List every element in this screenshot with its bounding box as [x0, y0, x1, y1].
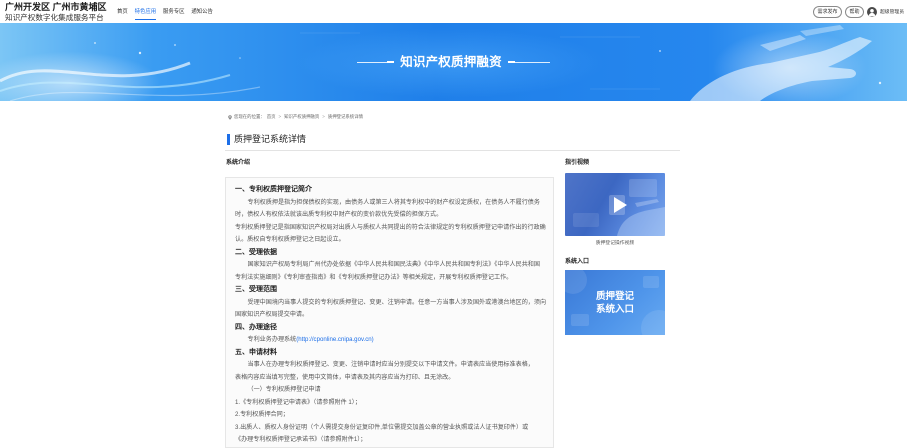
list-item: 《办理专利权质押登记承诺书》（请参照附件1）； [235, 436, 367, 444]
section-heading: 二、受理依据 [235, 248, 277, 256]
main-nav: 首页 特色应用 服务专区 通知公告 [117, 8, 213, 20]
nav-item-notices[interactable]: 通知公告 [191, 8, 213, 20]
paragraph-line: 时，债权人有权依法就该出质专利权中财产权的变价款优先受偿的担保方式。 [235, 211, 443, 219]
paragraph-line: 专利权质押登记是指国家知识产权局对出质人与质权人共同提出的符合法律规定的专利权质… [235, 223, 546, 231]
breadcrumb-prefix: 您现在的位置： [234, 114, 265, 119]
paragraph-line: 认。质权自专利权质押登记之日起设立。 [235, 236, 345, 244]
title-rule-right-accent [507, 60, 515, 64]
entry-heading: 系统入口 [565, 258, 590, 265]
paragraph-line: 专利法实施细则》《专利审查指南》和《专利权质押登记办法》等相关规定，开展专利权质… [235, 273, 513, 281]
paragraph-line: 受理中国境内当事人提交的专利权质押登记、变更、注销申请。任意一方当事人涉及国外或… [247, 298, 547, 306]
list-item: 1.《专利权质押登记申请表》（请参照附件 1）； [235, 398, 361, 406]
paragraph-line: 专利业务办理系统(http://cponline.cnipa.gov.cn) [235, 334, 544, 347]
top-header: 广州开发区 广州市黄埔区 知识产权数字化集成服务平台 首页 特色应用 服务专区 … [0, 0, 907, 23]
user-avatar-icon[interactable] [867, 7, 877, 17]
section-heading: 一、专利权质押登记简介 [235, 186, 312, 194]
logo-title[interactable]: 广州开发区 广州市黄埔区 [5, 2, 107, 12]
intro-content: 一、专利权质押登记简介 专利权质押是指为担保债权的实现，由债务人或第三人将其专利… [225, 177, 554, 448]
location-pin-icon [228, 114, 232, 120]
paragraph-line: 国家知识产权局专利局广州代办处依据《中华人民共和国民法典》《中华人民共和国专利法… [247, 261, 541, 269]
logo-subtitle[interactable]: 知识产权数字化集成服务平台 [5, 13, 104, 22]
cponline-link[interactable]: (http://cponline.cnipa.gov.cn) [296, 336, 373, 343]
list-item: 3.出质人、质权人身份证明（个人需提交身份证复印件,单位需提交加盖公章的营业执照… [235, 423, 529, 431]
nav-item-featured-apps[interactable]: 特色应用 [134, 8, 157, 20]
video-heading: 指引视频 [565, 160, 590, 166]
breadcrumb-home[interactable]: 首页 [267, 114, 276, 120]
paragraph-line: 当事人在办理专利权质押登记、变更、注销申请时应当分别提交以下申请文件。申请表应当… [247, 361, 534, 369]
banner-title-row: 知识产权质押融资 [0, 23, 907, 101]
nav-item-home[interactable]: 首页 [117, 8, 128, 20]
title-rule-left-accent [387, 60, 395, 64]
section-heading: 四、办理途径 [235, 323, 277, 331]
breadcrumb-pledge-financing[interactable]: 知识产权质押融资 [284, 114, 319, 120]
guide-video-thumbnail[interactable] [565, 173, 665, 236]
paragraph-line: 表格内容应当填写完整，使用中文简体，申请表及其内容应当为打印、且无涂改。 [235, 373, 455, 381]
page-title-accent-bar [227, 133, 230, 145]
title-divider [225, 150, 680, 151]
help-button[interactable]: 帮助 [844, 6, 864, 18]
entry-label: 质押登记 系统入口 [565, 270, 665, 335]
hero-banner: 知识产权质押融资 [0, 23, 907, 101]
breadcrumb: 您现在的位置： 首页 > 知识产权质押融资 > 质押登记系统详情 [228, 114, 363, 120]
paragraph-line: 专利权质押是指为担保债权的实现，由债务人或第三人将其专利权中的财产权设定质权，在… [247, 198, 541, 206]
subsection-title: （一）专利权质押登记申请 [247, 386, 321, 394]
section-heading: 三、受理范围 [235, 286, 277, 294]
paragraph-line: 国家知识产权局提交申请。 [235, 311, 309, 319]
nav-item-service-zone[interactable]: 服务专区 [163, 8, 185, 20]
publish-demand-button[interactable]: 需求发布 [812, 6, 842, 18]
section-heading: 五、申请材料 [235, 348, 277, 356]
breadcrumb-current: 质押登记系统详情 [327, 114, 363, 119]
page-title: 质押登记系统详情 [234, 134, 307, 144]
handling-system-text: 专利业务办理系统 [247, 336, 297, 344]
user-avatar-icon-glyph [868, 9, 876, 17]
list-item: 2.专利权质押合同； [235, 411, 289, 419]
user-name[interactable]: 超级管理员 [880, 9, 904, 16]
title-rule-right [514, 61, 550, 63]
breadcrumb-separator: > [322, 114, 325, 119]
entry-label-line2: 系统入口 [595, 303, 634, 315]
breadcrumb-separator: > [278, 114, 282, 119]
banner-title: 知识产权质押融资 [400, 55, 502, 69]
video-caption: 质押登记操作视频 [595, 241, 635, 246]
title-rule-left [357, 61, 388, 63]
header-actions: 需求发布 帮助 超级管理员 [812, 6, 904, 18]
video-thumbnail-art [573, 179, 665, 236]
pledge-registration-entry-button[interactable]: 质押登记 系统入口 [565, 270, 665, 335]
intro-label: 系统介绍 [226, 160, 251, 166]
entry-label-line1: 质押登记 [595, 290, 634, 302]
